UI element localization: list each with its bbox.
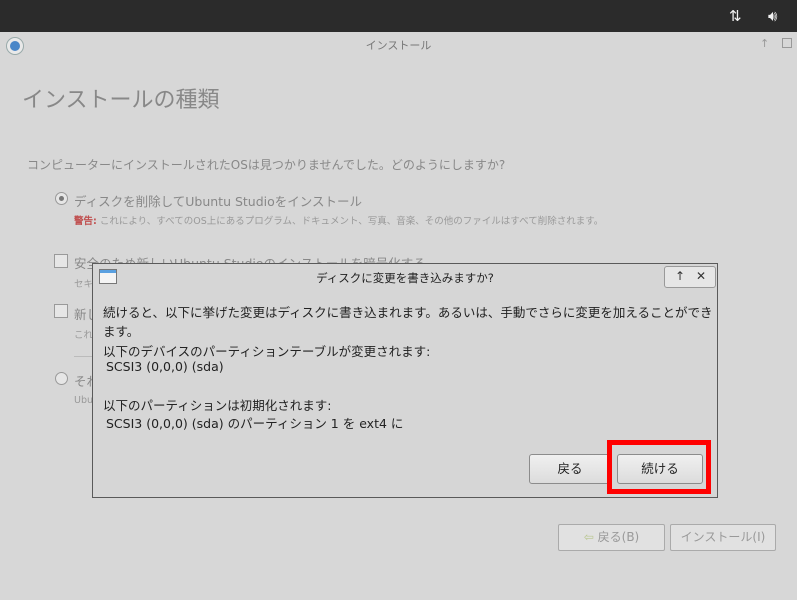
window-maximize-icon[interactable] xyxy=(782,38,792,48)
option-lvm-sub: これ xyxy=(74,330,94,341)
option-lvm-checkbox[interactable] xyxy=(54,304,68,318)
back-button[interactable]: ⇦ 戻る(B) xyxy=(558,524,665,551)
window-up-icon[interactable]: ↑ xyxy=(760,37,769,50)
back-arrow-icon: ⇦ xyxy=(583,530,594,544)
option-other-sub: Ubu xyxy=(74,395,94,406)
dialog-up-icon[interactable]: ↑ xyxy=(675,269,685,283)
network-icon[interactable]: ⇅ xyxy=(729,7,742,25)
dialog-title: ディスクに変更を書き込みますか? xyxy=(316,271,494,285)
dialog-back-button[interactable]: 戻る xyxy=(529,454,611,484)
option-erase-disk-warning: 警告: これにより、すべてのOS上にあるプログラム、ドキュメント、写真、音楽、そ… xyxy=(74,213,603,227)
partitions-heading: 以下のパーティションは初期化されます: xyxy=(103,398,332,413)
top-panel: ⇅ 🔊︎ xyxy=(0,0,797,32)
dialog-intro-text: 続けると、以下に挙げた変更はディスクに書き込まれます。あるいは、手動でさらに変更… xyxy=(103,305,713,339)
volume-icon[interactable]: 🔊︎ xyxy=(768,7,777,25)
page-title: インストールの種類 xyxy=(22,88,220,113)
install-question: コンピューターにインストールされたOSは見つかりませんでした。どのようにしますか… xyxy=(27,158,506,172)
window-titlebar: インストール ↑ xyxy=(0,32,797,56)
dialog-close-icon[interactable]: ✕ xyxy=(696,269,706,283)
option-encrypt-checkbox[interactable] xyxy=(54,254,68,268)
dialog-titlebar: ディスクに変更を書き込みますか? ↑ ✕ xyxy=(93,264,717,290)
option-encrypt-sub: セキ xyxy=(74,279,94,290)
partition-entry: SCSI3 (0,0,0) (sda) のパーティション 1 を ext4 に xyxy=(106,416,404,431)
device-entry: SCSI3 (0,0,0) (sda) xyxy=(106,359,224,374)
back-button-label: 戻る(B) xyxy=(597,530,640,544)
option-erase-disk-label[interactable]: ディスクを削除してUbuntu Studioをインストール xyxy=(74,191,362,210)
warning-text: これにより、すべてのOS上にあるプログラム、ドキュメント、写真、音楽、その他のフ… xyxy=(99,216,604,227)
option-erase-disk-radio[interactable] xyxy=(55,192,68,205)
devices-heading: 以下のデバイスのパーティションテーブルが変更されます: xyxy=(103,344,431,359)
continue-highlight-box xyxy=(607,440,711,494)
dialog-controls: ↑ ✕ xyxy=(664,266,716,288)
option-other-radio[interactable] xyxy=(55,372,68,385)
warning-label: 警告: xyxy=(74,216,97,227)
install-button[interactable]: インストール(I) xyxy=(670,524,776,551)
window-title: インストール xyxy=(365,39,432,52)
